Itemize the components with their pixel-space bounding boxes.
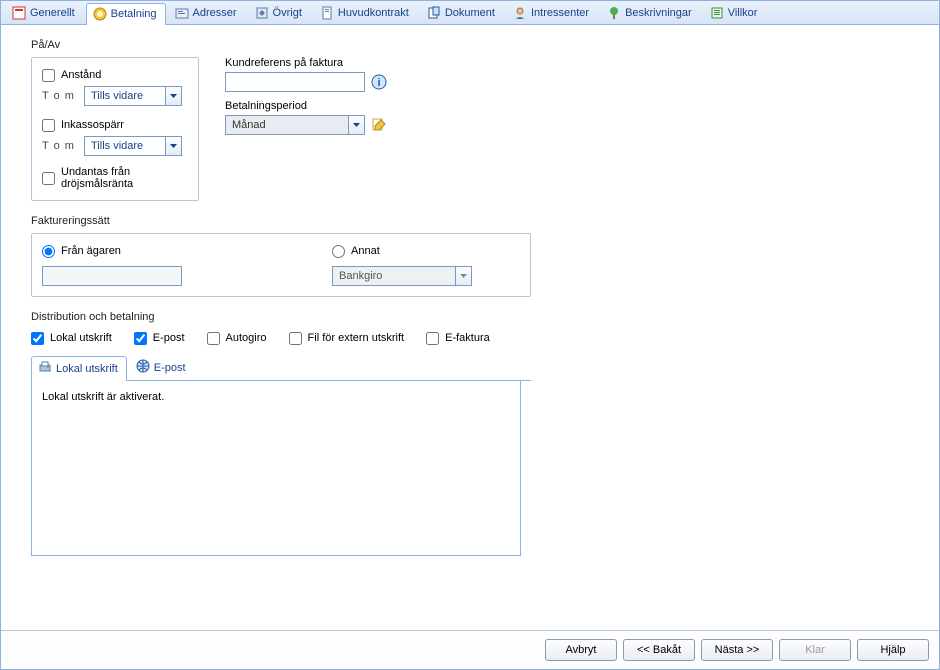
tab-villkor[interactable]: Villkor: [703, 2, 767, 24]
kundref-input[interactable]: [225, 72, 365, 92]
edit-icon[interactable]: [371, 117, 387, 133]
payment-window: Generellt Betalning Adresser Övrigt Huvu…: [0, 0, 940, 670]
svg-text:i: i: [377, 77, 380, 89]
lokal-checkbox[interactable]: [31, 332, 44, 345]
inkasso-tom-dropdown[interactable]: Tills vidare: [84, 136, 182, 156]
tab-ovrigt[interactable]: Övrigt: [248, 2, 311, 24]
person-icon: [513, 6, 527, 20]
form-icon: [12, 6, 26, 20]
document-icon: [427, 6, 441, 20]
avbryt-button[interactable]: Avbryt: [545, 639, 617, 661]
annat-dropdown: Bankgiro: [332, 266, 472, 286]
klar-button: Klar: [779, 639, 851, 661]
tab-generellt[interactable]: Generellt: [5, 2, 84, 24]
tab-huvudkontrakt[interactable]: Huvudkontrakt: [313, 2, 418, 24]
panel-text: Lokal utskrift är aktiverat.: [42, 391, 164, 403]
subtab-lokal[interactable]: Lokal utskrift: [31, 356, 127, 381]
list-icon: [710, 6, 724, 20]
paav-section: På/Av Anstånd T o m Tills vidare: [31, 39, 199, 201]
fakt-section: Faktureringssätt Från ägaren Annat: [31, 215, 921, 297]
main-tabs: Generellt Betalning Adresser Övrigt Huvu…: [1, 1, 939, 25]
tab-betalning[interactable]: Betalning: [86, 3, 166, 25]
tab-label: Övrigt: [273, 7, 302, 19]
fil-checkbox[interactable]: [289, 332, 302, 345]
period-label: Betalningsperiod: [225, 100, 387, 112]
address-icon: [175, 6, 189, 20]
paav-legend: På/Av: [31, 39, 199, 51]
dist-legend: Distribution och betalning: [31, 311, 531, 323]
tom-label: T o m: [42, 90, 78, 102]
fil-label: Fil för extern utskrift: [308, 332, 405, 344]
globe-icon: [136, 359, 150, 376]
inkasso-checkbox[interactable]: [42, 119, 55, 132]
nasta-button[interactable]: Nästa >>: [701, 639, 773, 661]
print-icon: [38, 360, 52, 377]
period-dropdown[interactable]: Månad: [225, 115, 365, 135]
kund-section: Kundreferens på faktura i Betalningsperi…: [225, 57, 387, 135]
fran-agaren-radio[interactable]: [42, 245, 55, 258]
fran-agaren-label: Från ägaren: [61, 245, 121, 257]
tab-label: Intressenter: [531, 7, 589, 19]
tab-label: Betalning: [111, 8, 157, 20]
dist-subtabs: Lokal utskrift E-post: [31, 355, 531, 381]
dropdown-value: Månad: [226, 119, 348, 131]
efaktura-checkbox[interactable]: [426, 332, 439, 345]
autogiro-label: Autogiro: [226, 332, 267, 344]
tab-label: Villkor: [728, 7, 758, 19]
autogiro-checkbox[interactable]: [207, 332, 220, 345]
coin-icon: [93, 7, 107, 21]
dist-panel: Lokal utskrift är aktiverat.: [31, 381, 521, 556]
tab-label: Generellt: [30, 7, 75, 19]
lokal-label: Lokal utskrift: [50, 332, 112, 344]
anstand-checkbox[interactable]: [42, 69, 55, 82]
chevron-down-icon: [348, 116, 364, 134]
chevron-down-icon: [455, 267, 471, 285]
subtab-epost[interactable]: E-post: [129, 355, 195, 380]
dropdown-value: Bankgiro: [333, 270, 455, 282]
dist-checks: Lokal utskrift E-post Autogiro Fil för e…: [31, 329, 531, 347]
tab-adresser[interactable]: Adresser: [168, 2, 246, 24]
subtab-label: E-post: [154, 362, 186, 374]
anstand-label: Anstånd: [61, 69, 101, 81]
annat-radio[interactable]: [332, 245, 345, 258]
tab-label: Adresser: [193, 7, 237, 19]
inkasso-label: Inkassospärr: [61, 119, 124, 131]
footer-buttons: Avbryt << Bakåt Nästa >> Klar Hjälp: [1, 630, 939, 669]
undantas-label: Undantas från dröjsmålsränta: [61, 166, 188, 190]
tree-icon: [607, 6, 621, 20]
tab-intressenter[interactable]: Intressenter: [506, 2, 598, 24]
tab-label: Beskrivningar: [625, 7, 692, 19]
misc-icon: [255, 6, 269, 20]
annat-label: Annat: [351, 245, 380, 257]
info-icon[interactable]: i: [371, 74, 387, 90]
fran-agaren-input: [42, 266, 182, 286]
fakt-box: Från ägaren Annat Bankgiro: [31, 233, 531, 297]
hjalp-button[interactable]: Hjälp: [857, 639, 929, 661]
paav-box: Anstånd T o m Tills vidare Inkassospärr: [31, 57, 199, 201]
epost-label: E-post: [153, 332, 185, 344]
subtab-label: Lokal utskrift: [56, 363, 118, 375]
dropdown-value: Tills vidare: [85, 140, 165, 152]
contract-icon: [320, 6, 334, 20]
tab-dokument[interactable]: Dokument: [420, 2, 504, 24]
fakt-legend: Faktureringssätt: [31, 215, 921, 227]
tom-label: T o m: [42, 140, 78, 152]
dist-section: Distribution och betalning Lokal utskrif…: [31, 311, 531, 556]
tab-label: Huvudkontrakt: [338, 7, 409, 19]
tab-label: Dokument: [445, 7, 495, 19]
efaktura-label: E-faktura: [445, 332, 490, 344]
chevron-down-icon: [165, 137, 181, 155]
epost-checkbox[interactable]: [134, 332, 147, 345]
content-area: På/Av Anstånd T o m Tills vidare: [1, 25, 939, 630]
dropdown-value: Tills vidare: [85, 90, 165, 102]
kundref-label: Kundreferens på faktura: [225, 57, 387, 69]
tab-beskrivningar[interactable]: Beskrivningar: [600, 2, 701, 24]
chevron-down-icon: [165, 87, 181, 105]
undantas-checkbox[interactable]: [42, 172, 55, 185]
anstand-tom-dropdown[interactable]: Tills vidare: [84, 86, 182, 106]
bakat-button[interactable]: << Bakåt: [623, 639, 695, 661]
